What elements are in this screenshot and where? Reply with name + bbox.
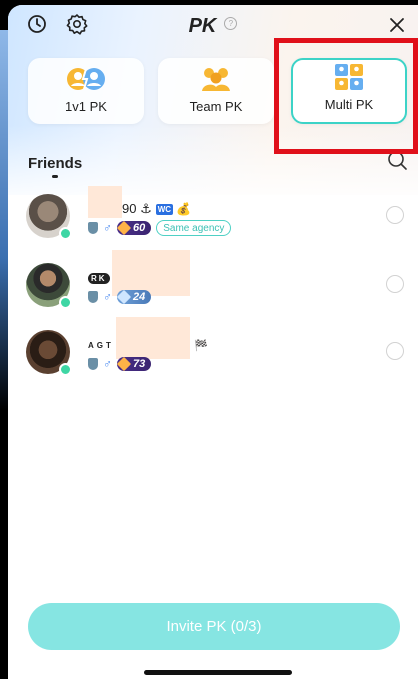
male-icon: ♂ (103, 221, 112, 235)
shield-icon (88, 358, 98, 370)
tab-underline (52, 175, 58, 178)
male-icon: ♂ (103, 290, 112, 304)
mode-team-label: Team PK (189, 99, 243, 114)
select-radio[interactable] (386, 275, 404, 293)
gem-icon (116, 220, 132, 236)
friend-badges: ♂ 73 (88, 356, 152, 372)
friend-name: RK (88, 269, 110, 287)
mode-team-pk[interactable]: Team PK (158, 58, 274, 124)
page-title: PK? (8, 15, 418, 38)
level-badge: 60 (116, 220, 152, 236)
close-icon[interactable] (384, 12, 410, 38)
friend-name: AGT (88, 340, 114, 350)
team-users-icon (202, 68, 230, 91)
friend-row[interactable]: 90 ⚓ WC 💰 ♂ 60 Same agency (8, 186, 418, 254)
grid-users-icon (335, 64, 363, 90)
friend-row[interactable]: AGT 🏁 ♂ 73 (8, 317, 418, 390)
gem-icon (116, 289, 132, 305)
shield-icon (88, 291, 98, 303)
male-icon: ♂ (103, 357, 112, 371)
mode-multi-label: Multi PK (324, 97, 374, 112)
friend-badges: ♂ 24 (88, 289, 152, 305)
friends-title: Friends (28, 155, 83, 172)
top-bar: PK? (8, 5, 418, 45)
title-text: PK (188, 15, 217, 37)
home-indicator (144, 670, 292, 675)
agency-tag: Same agency (156, 220, 232, 236)
duo-users-icon (67, 68, 105, 90)
mode-1v1-pk[interactable]: 1v1 PK (28, 58, 144, 124)
redacted-name (116, 317, 190, 359)
friend-name: 90 ⚓ WC 💰 (122, 201, 192, 216)
wc-badge-icon: WC (155, 203, 174, 215)
select-radio[interactable] (386, 206, 404, 224)
mode-1v1-label: 1v1 PK (65, 99, 107, 114)
level-badge: 24 (116, 289, 152, 305)
invite-pk-button[interactable]: Invite PK (0/3) (28, 603, 400, 650)
online-status-dot (59, 363, 72, 376)
online-status-dot (59, 296, 72, 309)
friend-row[interactable]: RK ♂ 24 (8, 250, 418, 323)
online-status-dot (59, 227, 72, 240)
redacted-name (88, 186, 122, 218)
shield-icon (88, 222, 98, 234)
search-icon[interactable] (384, 147, 410, 173)
level-badge: 73 (116, 356, 152, 372)
friend-badges: ♂ 60 Same agency (88, 220, 232, 236)
help-icon[interactable]: ? (224, 17, 238, 31)
checkered-flag-icon: 🏁 (194, 340, 208, 352)
pk-sheet: PK? 1v1 PK Team PK Multi PK Friends 90 ⚓… (8, 5, 418, 679)
background-strip (0, 0, 8, 679)
select-radio[interactable] (386, 342, 404, 360)
money-bag-icon: 💰 (176, 202, 192, 216)
gem-icon (116, 356, 132, 372)
mode-multi-pk[interactable]: Multi PK (291, 58, 407, 124)
